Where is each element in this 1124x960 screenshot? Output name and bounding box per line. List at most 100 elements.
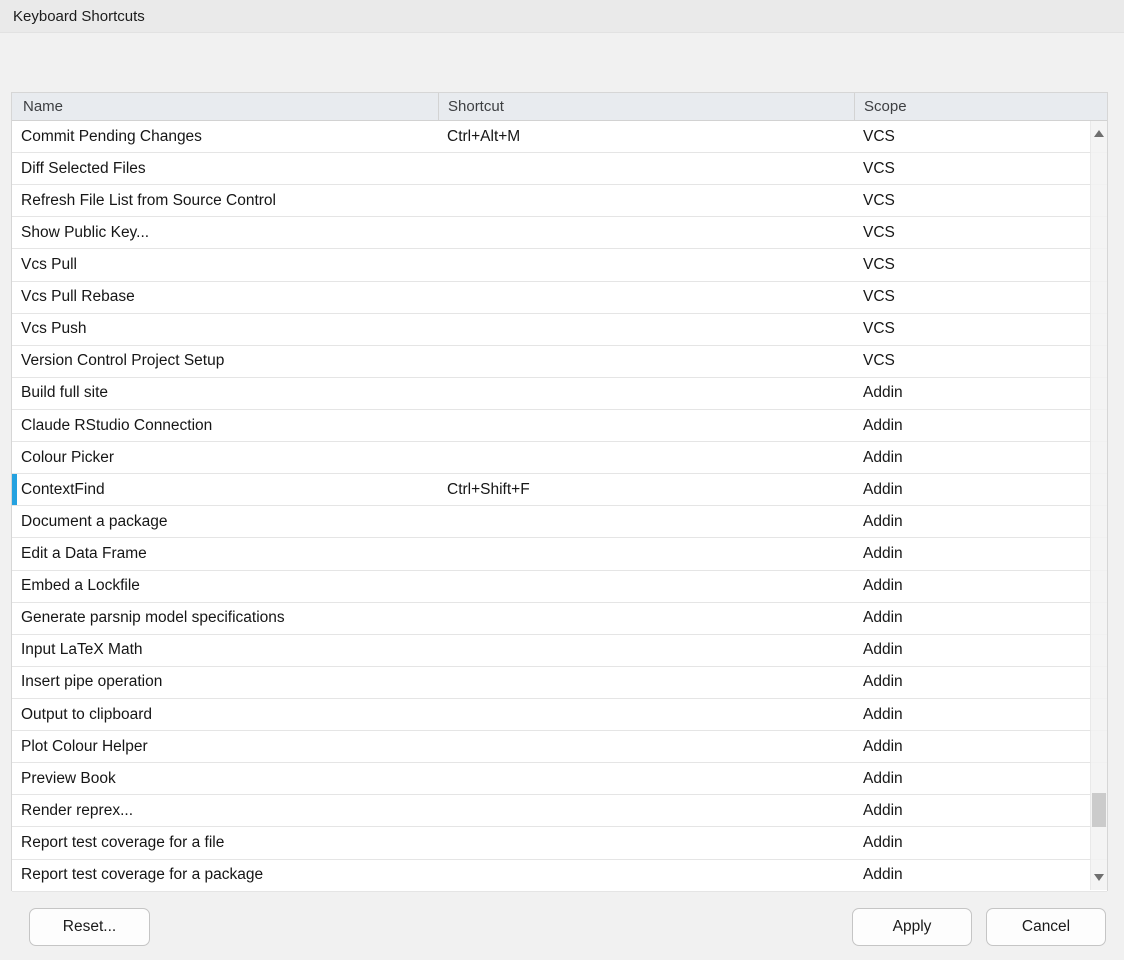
row-shortcut <box>438 731 854 762</box>
cancel-button[interactable]: Cancel <box>986 908 1106 946</box>
row-shortcut <box>438 282 854 313</box>
row-shortcut: Ctrl+Alt+M <box>438 121 854 152</box>
row-name: Vcs Pull Rebase <box>12 282 438 313</box>
row-scope: Addin <box>854 378 1107 409</box>
row-scope: Addin <box>854 474 1107 505</box>
row-scope: Addin <box>854 699 1107 730</box>
row-shortcut <box>438 249 854 280</box>
row-shortcut <box>438 506 854 537</box>
table-row[interactable]: Render reprex... Addin <box>12 795 1107 827</box>
row-shortcut <box>438 795 854 826</box>
row-name: Document a package <box>12 506 438 537</box>
table-row[interactable]: Insert pipe operation Addin <box>12 667 1107 699</box>
row-name: Vcs Push <box>12 314 438 345</box>
reset-button[interactable]: Reset... <box>29 908 150 946</box>
table-row[interactable]: Preview Book Addin <box>12 763 1107 795</box>
row-name: Embed a Lockfile <box>12 571 438 602</box>
row-shortcut <box>438 538 854 569</box>
row-name: Build full site <box>12 378 438 409</box>
table-row[interactable]: Claude RStudio Connection Addin <box>12 410 1107 442</box>
row-scope: Addin <box>854 506 1107 537</box>
row-name: Claude RStudio Connection <box>12 410 438 441</box>
row-name: Diff Selected Files <box>12 153 438 184</box>
row-shortcut <box>438 346 854 377</box>
table-row[interactable]: Version Control Project Setup VCS <box>12 346 1107 378</box>
row-name: Output to clipboard <box>12 699 438 730</box>
dialog-title-bar: Keyboard Shortcuts <box>0 0 1124 33</box>
table-header: Name Shortcut Scope <box>12 93 1107 121</box>
shortcuts-table: Name Shortcut Scope Commit Pending Chang… <box>11 92 1108 891</box>
row-scope: VCS <box>854 282 1107 313</box>
table-row[interactable]: Output to clipboard Addin <box>12 699 1107 731</box>
scroll-up-icon[interactable] <box>1094 130 1104 137</box>
table-row[interactable]: Colour Picker Addin <box>12 442 1107 474</box>
table-row[interactable]: Plot Colour Helper Addin <box>12 731 1107 763</box>
table-row[interactable]: Show Public Key... VCS <box>12 217 1107 249</box>
row-scope: VCS <box>854 185 1107 216</box>
table-row[interactable]: Refresh File List from Source Control VC… <box>12 185 1107 217</box>
row-name: Edit a Data Frame <box>12 538 438 569</box>
row-name: Refresh File List from Source Control <box>12 185 438 216</box>
row-scope: VCS <box>854 346 1107 377</box>
table-row[interactable]: Diff Selected Files VCS <box>12 153 1107 185</box>
row-shortcut <box>438 153 854 184</box>
row-shortcut <box>438 314 854 345</box>
table-row[interactable]: Build full site Addin <box>12 378 1107 410</box>
apply-button[interactable]: Apply <box>852 908 972 946</box>
row-scope: Addin <box>854 827 1107 858</box>
toolbar: Show: All Customized ? Customizing Keybo… <box>0 40 1124 86</box>
row-scope: Addin <box>854 635 1107 666</box>
row-scope: Addin <box>854 860 1107 891</box>
table-row[interactable]: Commit Pending Changes Ctrl+Alt+M VCS <box>12 121 1107 153</box>
row-scope: VCS <box>854 121 1107 152</box>
row-name: ContextFind <box>12 474 438 505</box>
row-shortcut <box>438 185 854 216</box>
scroll-down-icon[interactable] <box>1094 874 1104 881</box>
row-name: Insert pipe operation <box>12 667 438 698</box>
table-row[interactable]: ContextFind Ctrl+Shift+F Addin <box>12 474 1107 506</box>
row-scope: Addin <box>854 731 1107 762</box>
vertical-scrollbar[interactable] <box>1090 121 1107 890</box>
row-name: Render reprex... <box>12 795 438 826</box>
row-shortcut <box>438 763 854 794</box>
row-scope: Addin <box>854 603 1107 634</box>
row-shortcut <box>438 442 854 473</box>
row-name: Input LaTeX Math <box>12 635 438 666</box>
row-name: Commit Pending Changes <box>12 121 438 152</box>
column-header-name: Name <box>12 93 438 120</box>
row-shortcut <box>438 378 854 409</box>
row-name: Generate parsnip model specifications <box>12 603 438 634</box>
dialog-title: Keyboard Shortcuts <box>13 8 145 25</box>
table-row[interactable]: Generate parsnip model specifications Ad… <box>12 603 1107 635</box>
row-name: Show Public Key... <box>12 217 438 248</box>
table-row[interactable]: Vcs Push VCS <box>12 314 1107 346</box>
table-body: Commit Pending Changes Ctrl+Alt+M VCS Di… <box>12 121 1107 892</box>
table-row[interactable]: Input LaTeX Math Addin <box>12 635 1107 667</box>
table-row[interactable]: Embed a Lockfile Addin <box>12 571 1107 603</box>
row-scope: VCS <box>854 217 1107 248</box>
table-row[interactable]: Document a package Addin <box>12 506 1107 538</box>
row-scope: Addin <box>854 795 1107 826</box>
row-scope: VCS <box>854 314 1107 345</box>
row-scope: VCS <box>854 249 1107 280</box>
row-shortcut <box>438 571 854 602</box>
row-name: Vcs Pull <box>12 249 438 280</box>
table-row[interactable]: Report test coverage for a file Addin <box>12 827 1107 859</box>
row-shortcut <box>438 410 854 441</box>
row-shortcut <box>438 827 854 858</box>
column-header-shortcut: Shortcut <box>438 93 854 120</box>
row-scope: Addin <box>854 667 1107 698</box>
row-name: Preview Book <box>12 763 438 794</box>
row-scope: Addin <box>854 442 1107 473</box>
table-row[interactable]: Report test coverage for a package Addin <box>12 860 1107 892</box>
row-name: Report test coverage for a file <box>12 827 438 858</box>
row-name: Version Control Project Setup <box>12 346 438 377</box>
row-name: Colour Picker <box>12 442 438 473</box>
table-row[interactable]: Vcs Pull VCS <box>12 249 1107 281</box>
row-name: Plot Colour Helper <box>12 731 438 762</box>
scrollbar-thumb[interactable] <box>1092 793 1106 827</box>
table-row[interactable]: Edit a Data Frame Addin <box>12 538 1107 570</box>
table-row[interactable]: Vcs Pull Rebase VCS <box>12 282 1107 314</box>
row-scope: Addin <box>854 538 1107 569</box>
column-header-scope: Scope <box>854 93 1107 120</box>
